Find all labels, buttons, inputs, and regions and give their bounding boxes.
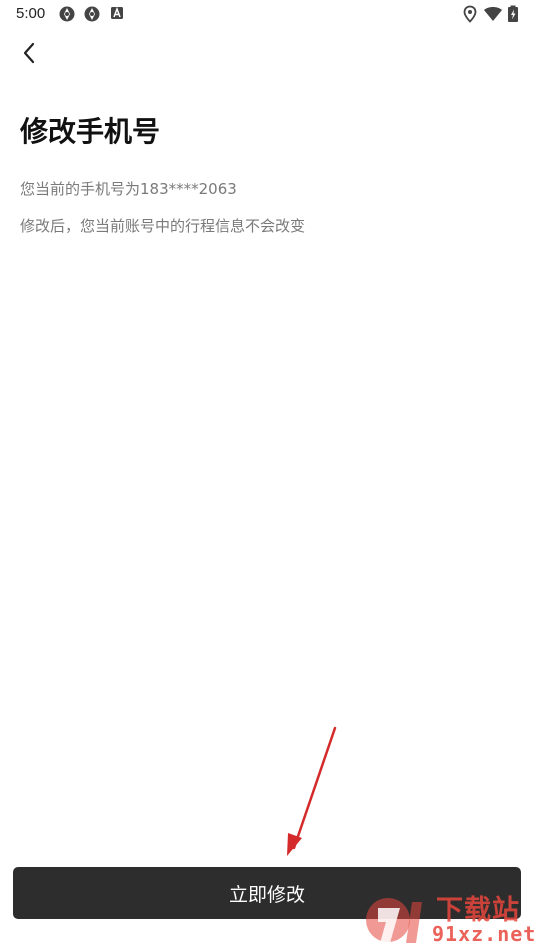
location-icon [462,5,480,23]
annotation-arrow [287,726,337,856]
vpn-icon [58,5,76,23]
chevron-left-icon [23,42,35,64]
battery-icon [507,5,525,23]
status-time: 5:00 [16,5,46,22]
current-phone-text: 您当前的手机号为183****2063 [20,180,237,198]
status-bar: 5:00 [0,0,534,28]
wifi-icon [483,5,502,23]
notice-text: 修改后，您当前账号中的行程信息不会改变 [20,217,306,235]
page-title: 修改手机号 [20,115,161,148]
back-button[interactable] [14,38,44,68]
vpn-icon [83,5,101,23]
watermark-text-bottom: 91xz.net [432,922,534,946]
app-notification-icon [109,5,127,23]
